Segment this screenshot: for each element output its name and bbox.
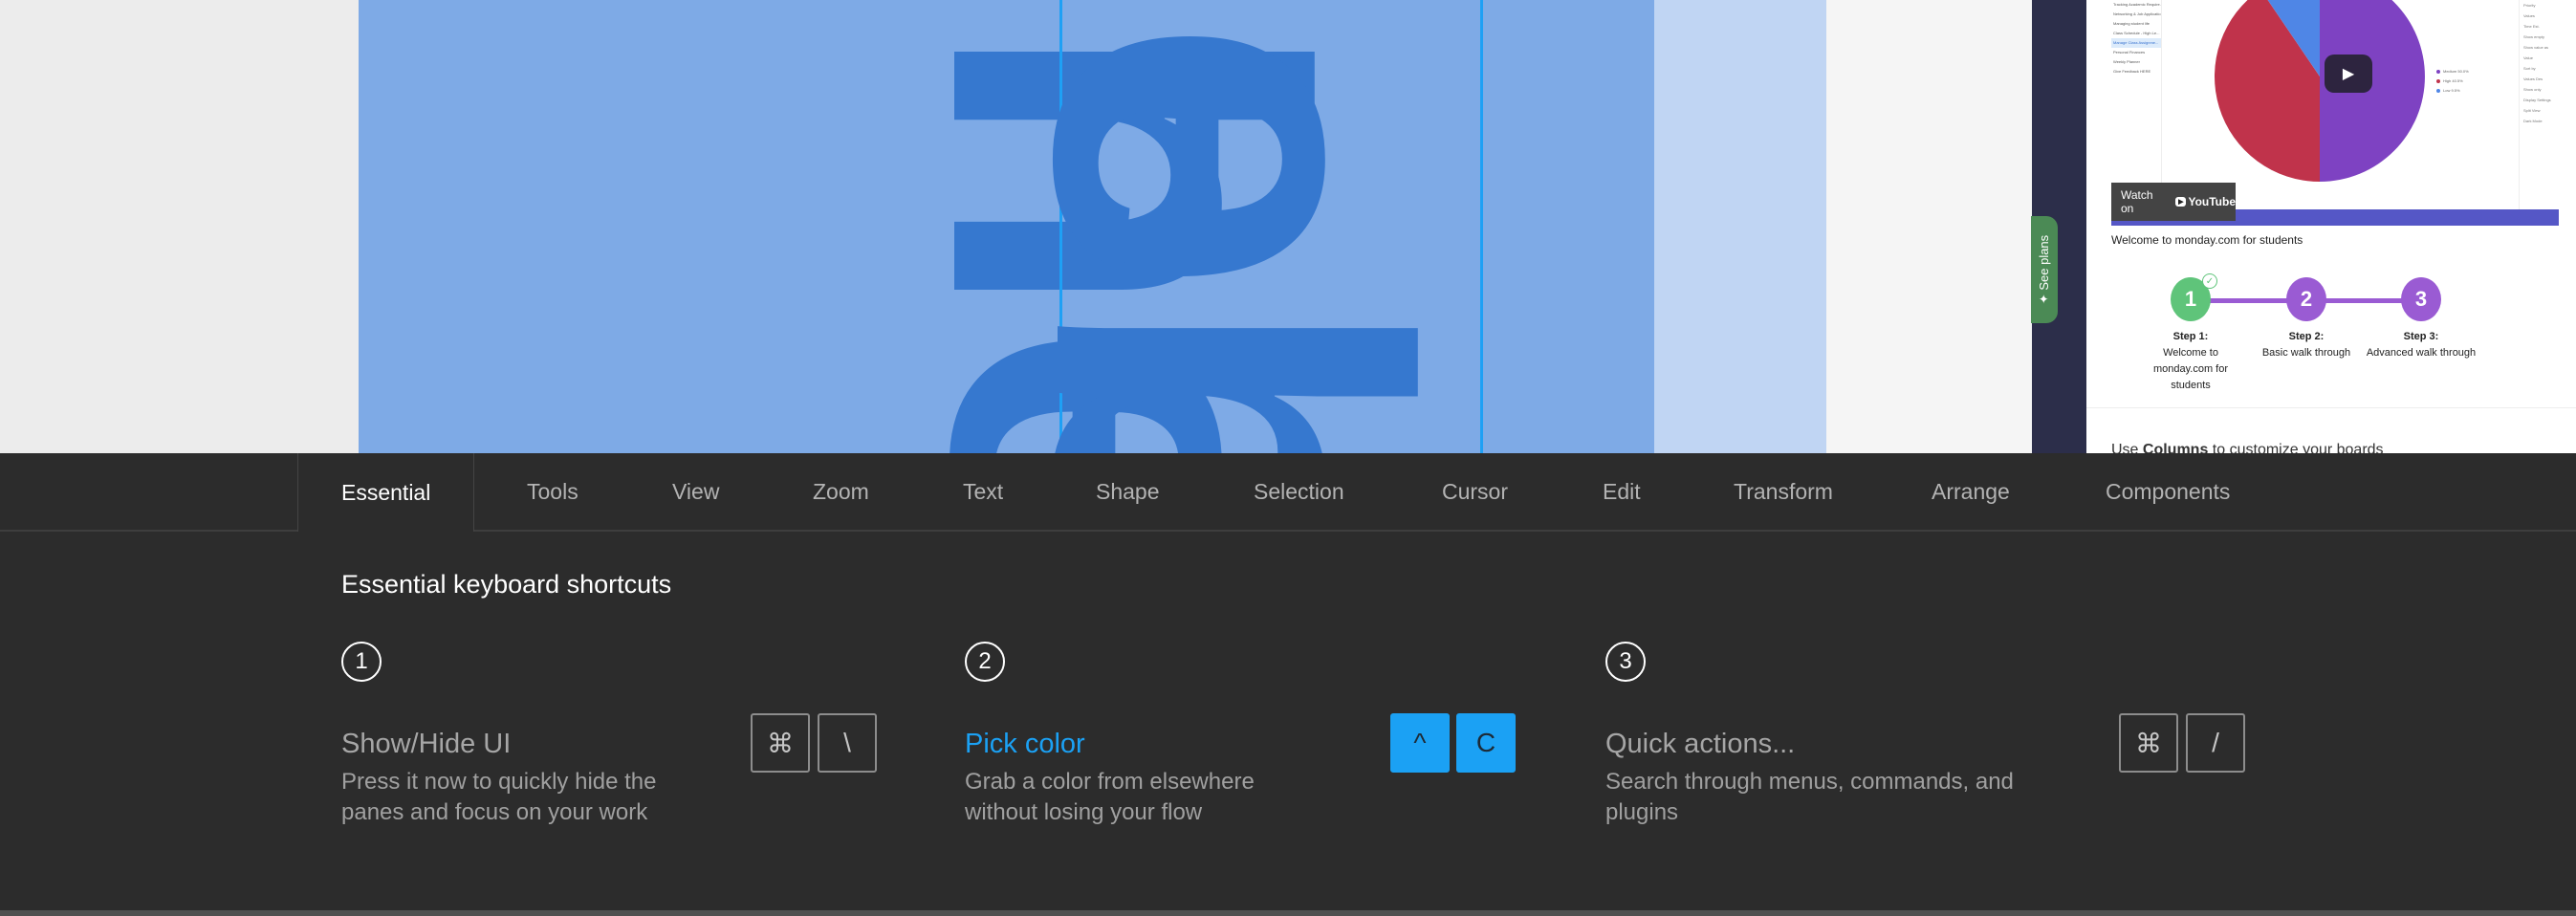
- play-icon: ▶: [2342, 66, 2355, 82]
- watch-on-youtube-button[interactable]: Watch on ▶ YouTube: [2111, 183, 2236, 221]
- video-setting-item: Display Settings: [2523, 98, 2551, 102]
- video-setting-item: Show value as: [2523, 45, 2549, 50]
- youtube-label: YouTube: [2188, 195, 2236, 208]
- youtube-video-embed[interactable]: Tracking Academic Require... Networking &…: [2111, 0, 2559, 226]
- shortcuts-panel: Essential keyboard shortcuts 1 Show/Hide…: [0, 532, 2576, 910]
- tab-text[interactable]: Text: [963, 453, 1003, 530]
- step-circle-2[interactable]: 2: [2286, 277, 2326, 321]
- divider: [2086, 407, 2576, 408]
- step-number-1: 1: [341, 642, 382, 682]
- legend-dot: [2436, 78, 2440, 83]
- legend-item: Low 9.5%: [2436, 88, 2469, 93]
- video-sidebar-item: Give Feedback HERE: [2113, 69, 2151, 74]
- video-sidebar-item: Networking & Job Applicatio...: [2113, 11, 2161, 16]
- tab-essential[interactable]: Essential: [297, 453, 475, 532]
- key-command: ⌘: [2119, 713, 2178, 773]
- shortcut-description: Search through menus, commands, and plug…: [1605, 769, 2014, 825]
- key-backslash: \: [818, 713, 877, 773]
- legend-item: High 40.5%: [2436, 78, 2469, 83]
- video-sidebar-item: Personal Finances: [2113, 50, 2146, 55]
- canvas-text-layer-2[interactable]: neb: [951, 0, 1507, 453]
- tab-components[interactable]: Components: [2106, 453, 2230, 530]
- step-label-2: Step 2: Basic walk through: [2261, 331, 2351, 359]
- tab-tools[interactable]: Tools: [527, 453, 579, 530]
- canvas-frame-light[interactable]: [1654, 0, 1826, 453]
- tab-selection[interactable]: Selection: [1254, 453, 1344, 530]
- video-setting-item: Dark Mode: [2523, 119, 2543, 123]
- video-setting-item: Show only: [2523, 87, 2542, 92]
- video-setting-item: Time Est.: [2523, 24, 2540, 29]
- pie-chart: [2215, 0, 2425, 182]
- shortcut-description: Grab a color from elsewhere without losi…: [965, 769, 1255, 825]
- video-caption: Welcome to monday.com for students: [2111, 233, 2303, 247]
- video-setting-item: Priority: [2523, 3, 2536, 8]
- video-sidebar-item: Weekly Planner: [2113, 59, 2140, 64]
- canvas-background: [1826, 0, 2032, 453]
- see-plans-button[interactable]: ✦ See plans: [2031, 216, 2058, 323]
- tab-view[interactable]: View: [672, 453, 719, 530]
- pie-legend: Medium 50.0% High 40.5% Low 9.5%: [2436, 69, 2469, 98]
- tab-cursor[interactable]: Cursor: [1442, 453, 1508, 530]
- youtube-icon: ▶: [2175, 197, 2187, 207]
- shortcut-title: Pick color: [965, 729, 1085, 759]
- video-settings-panel: Priority Values Time Est. Show empty Show va…: [2519, 0, 2559, 226]
- check-icon: ✓: [2202, 273, 2217, 289]
- window-bottom-edge: [0, 910, 2576, 916]
- tab-arrange[interactable]: Arrange: [1932, 453, 2010, 530]
- see-plans-label: See plans: [2037, 234, 2051, 291]
- key-c: C: [1456, 713, 1516, 773]
- play-button[interactable]: ▶: [2325, 55, 2372, 93]
- embedded-page: Tracking Academic Require... Networking &…: [2086, 0, 2576, 453]
- shortcut-category-tabs: Essential Tools View Zoom Text Shape Sel…: [0, 453, 2576, 532]
- video-sidebar-item: Tracking Academic Require...: [2113, 2, 2161, 7]
- video-setting-item: Sort by: [2523, 66, 2536, 71]
- section-heading: Use Columns to customize your boards: [2111, 442, 2384, 453]
- step-label-1: Step 1: Welcome to monday.com for student…: [2152, 331, 2229, 391]
- watch-on-label: Watch on: [2121, 188, 2153, 215]
- step-number-2: 2: [965, 642, 1005, 682]
- video-setting-item: Value: [2523, 55, 2533, 60]
- video-sidebar-item: Class Schedule - High Le...: [2113, 31, 2160, 35]
- step-number-3: 3: [1605, 642, 1646, 682]
- video-setting-item: Split View: [2523, 108, 2541, 113]
- video-setting-item: Values: [2523, 13, 2535, 18]
- legend-dot: [2436, 69, 2440, 74]
- step-circle-3[interactable]: 3: [2401, 277, 2441, 321]
- shortcut-description: Press it now to quickly hide the panes a…: [341, 769, 657, 825]
- tab-transform[interactable]: Transform: [1734, 453, 1833, 530]
- video-sidebar-item: Managing student life: [2113, 21, 2150, 26]
- step-label-3: Step 3: Advanced walk through: [2366, 331, 2477, 359]
- video-setting-item: Show empty: [2523, 34, 2545, 39]
- design-canvas[interactable]: nhe neb ✦ See plans Tracking Academic Re…: [0, 0, 2576, 453]
- steps-progress: 1 ✓ 2 3 Step 1: Welcome to monday.com for…: [2111, 273, 2559, 402]
- panel-heading: Essential keyboard shortcuts: [341, 570, 672, 599]
- tab-shape[interactable]: Shape: [1096, 453, 1160, 530]
- key-control: ^: [1390, 713, 1450, 773]
- tab-zoom[interactable]: Zoom: [813, 453, 869, 530]
- sparkle-icon: ✦: [2037, 290, 2051, 305]
- key-slash: /: [2186, 713, 2245, 773]
- video-setting-item: Values Des: [2523, 76, 2543, 81]
- key-command: ⌘: [751, 713, 810, 773]
- video-sidebar-item: Manage Class Assignme...: [2111, 38, 2161, 48]
- legend-item: Medium 50.0%: [2436, 69, 2469, 74]
- legend-dot: [2436, 88, 2440, 93]
- tab-edit[interactable]: Edit: [1603, 453, 1641, 530]
- shortcut-title: Show/Hide UI: [341, 729, 512, 759]
- shortcut-title: Quick actions...: [1605, 729, 1796, 759]
